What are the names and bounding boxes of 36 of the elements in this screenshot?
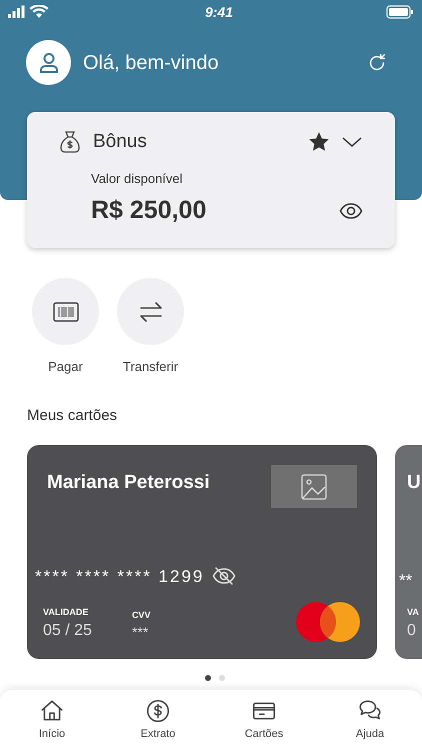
nav-tab[interactable]: Início: [22, 698, 82, 750]
available-label: Valor disponível: [91, 170, 184, 188]
chevron-down-icon[interactable]: [341, 135, 363, 150]
nav-tab[interactable]: Ajuda: [340, 698, 400, 750]
cvv-value: ***: [132, 623, 150, 642]
card-number: **** **** **** 1299: [35, 566, 204, 588]
transfer-arrows-icon: [138, 300, 164, 324]
credit-card[interactable]: Mariana Peterossi **** **** **** 1299 VALIDADE 05 / 25 CVV ***: [27, 445, 377, 659]
balance-amount: R$ 250,00: [91, 195, 206, 226]
cvv-label: CVV: [132, 608, 150, 622]
cardholder-name: Mariana Peterossi: [47, 471, 210, 495]
credit-card[interactable]: U ** VA 0: [395, 445, 422, 659]
card-brand-logo: [295, 601, 361, 643]
action-label: Transferir: [122, 358, 178, 376]
cardholder-name: U: [407, 471, 422, 495]
avatar[interactable]: [26, 40, 71, 85]
card-number: **: [399, 570, 414, 592]
greeting: Olá, bem-vindo: [83, 50, 219, 76]
expiry-label: VA: [407, 606, 420, 618]
battery-icon: [386, 5, 414, 19]
image-placeholder-icon: [271, 465, 357, 508]
favorite-star-icon[interactable]: [309, 132, 329, 152]
hidden-eye-icon[interactable]: [212, 566, 236, 586]
balance-title: Bônus: [93, 130, 147, 154]
section-title: Meus cartões: [27, 406, 118, 426]
expiry-label: VALIDADE: [43, 606, 90, 618]
barcode-icon: [52, 300, 78, 322]
dollar-icon: [145, 698, 171, 724]
nav-tab[interactable]: Cartões: [234, 698, 294, 750]
nav-tab[interactable]: Extrato: [128, 698, 188, 750]
money-bag-icon: [59, 130, 81, 154]
eye-icon[interactable]: [339, 200, 363, 221]
expiry-date: 05 / 25: [43, 621, 92, 641]
status-time: 9:41: [204, 2, 234, 22]
action-label: Pagar: [48, 358, 83, 376]
expiry-date: 0: [407, 621, 417, 641]
